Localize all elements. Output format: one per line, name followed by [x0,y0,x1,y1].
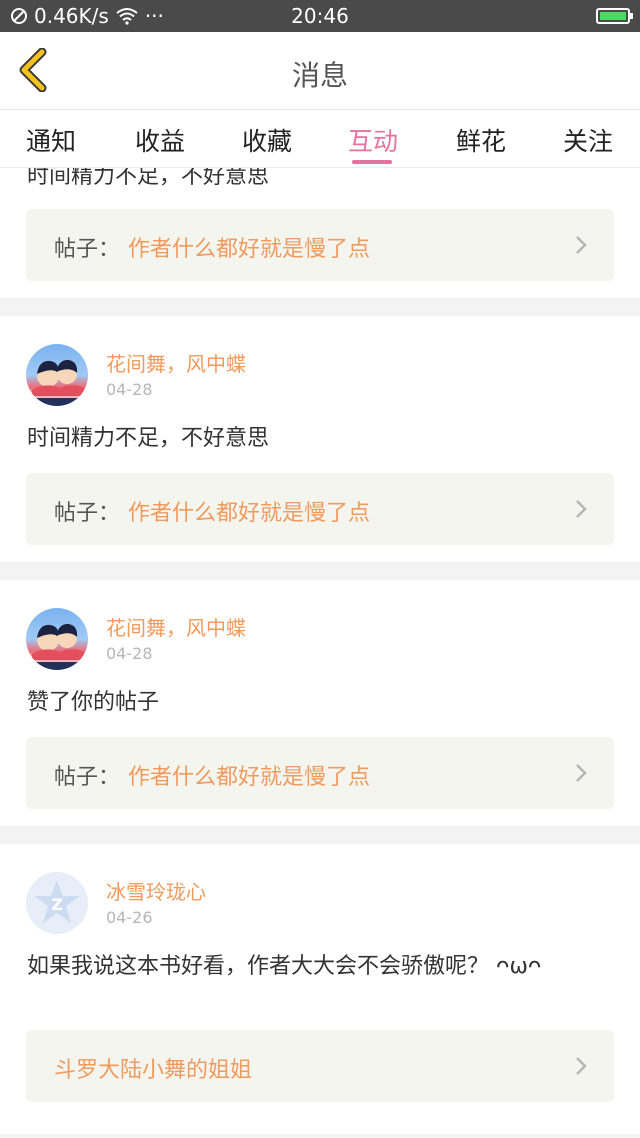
chevron-right-icon [576,764,587,782]
message-text: 时间精力不足，不好意思 [27,168,270,189]
author-name[interactable]: 冰雪玲珑心 [106,876,206,905]
post-label: 帖子： [54,237,121,262]
post-date: 04-28 [106,644,153,663]
post-title: 斗罗大陆小舞的姐姐 [54,1058,253,1083]
avatar[interactable] [26,608,88,670]
tab-interactions[interactable]: 互动 [348,122,398,158]
post-label: 帖子： [54,765,121,790]
svg-text:Z: Z [51,895,63,914]
author-name[interactable]: 花间舞，风中蝶 [106,348,246,377]
page-title: 消息 [291,59,348,92]
post-link[interactable]: 斗罗大陆小舞的姐姐 [26,1030,614,1102]
chevron-right-icon [576,1057,587,1075]
clock: 20:46 [291,4,349,28]
active-tab-indicator [352,160,392,164]
header-bar: 消息 [0,32,640,110]
author-name[interactable]: 花间舞，风中蝶 [106,612,246,641]
avatar[interactable] [26,344,88,406]
tab-favorites[interactable]: 收藏 [242,122,292,158]
post-title: 作者什么都好就是慢了点 [128,765,371,790]
post-link[interactable]: 帖子： 作者什么都好就是慢了点 [26,473,614,545]
post-date: 04-26 [106,908,153,927]
status-bar: 0.46K/s ··· 20:46 [0,0,640,32]
tab-bar: 通知 收益 收藏 互动 鲜花 关注 [0,110,640,168]
post-link[interactable]: 帖子： 作者什么都好就是慢了点 [26,209,614,281]
avatar-image [30,623,84,670]
message-card: 花间舞，风中蝶 04-28 时间精力不足，不好意思 帖子： 作者什么都好就是慢了… [0,316,640,562]
post-title: 作者什么都好就是慢了点 [128,501,371,526]
battery-icon [596,8,633,24]
tab-notifications[interactable]: 通知 [26,122,76,158]
message-text: 时间精力不足，不好意思 [27,426,270,451]
message-card: 时间精力不足，不好意思 帖子： 作者什么都好就是慢了点 [0,168,640,298]
post-date: 04-28 [106,380,153,399]
avatar-image [30,359,84,406]
default-avatar-icon: Z [34,880,80,923]
post-link[interactable]: 帖子： 作者什么都好就是慢了点 [26,737,614,809]
chevron-right-icon [576,500,587,518]
tab-flowers[interactable]: 鲜花 [456,122,506,158]
post-title: 作者什么都好就是慢了点 [128,237,371,262]
message-text: 如果我说这本书好看，作者大大会不会骄傲呢？ ᴖωᴖ [27,954,542,979]
tab-following[interactable]: 关注 [563,122,613,158]
avatar[interactable]: Z [26,872,88,934]
tab-earnings[interactable]: 收益 [135,122,185,158]
message-list[interactable]: 时间精力不足，不好意思 帖子： 作者什么都好就是慢了点 花间舞，风中蝶 04-2… [0,168,640,1138]
message-card: Z 冰雪玲珑心 04-26 如果我说这本书好看，作者大大会不会骄傲呢？ ᴖωᴖ … [0,844,640,1134]
post-label: 帖子： [54,501,121,526]
chevron-right-icon [576,236,587,254]
message-text: 赞了你的帖子 [27,690,160,715]
message-card: 花间舞，风中蝶 04-28 赞了你的帖子 帖子： 作者什么都好就是慢了点 [0,580,640,826]
